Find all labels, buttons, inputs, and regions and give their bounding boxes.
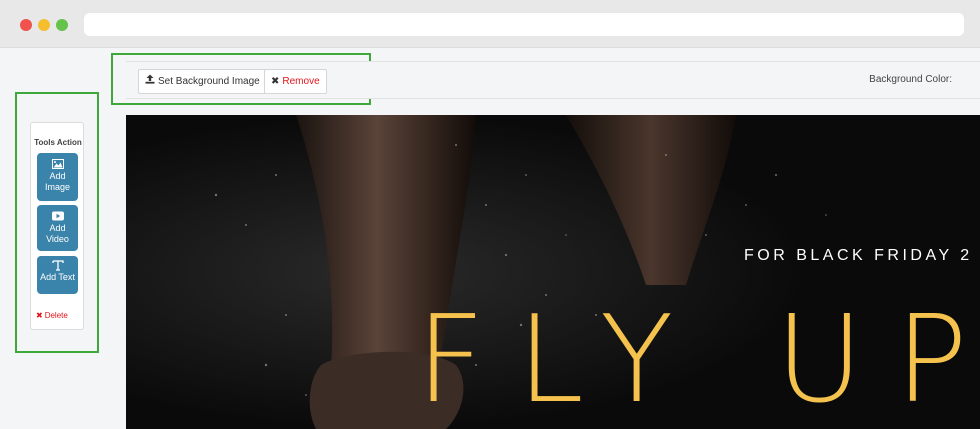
remove-background-button[interactable]: ✖ Remove — [264, 69, 327, 94]
add-text-button[interactable]: Add Text — [37, 256, 78, 294]
add-text-label: Add Text — [40, 272, 75, 282]
add-video-label-line2: Video — [46, 234, 69, 244]
maximize-window-button[interactable] — [56, 19, 68, 31]
minimize-window-button[interactable] — [38, 19, 50, 31]
set-background-image-label: Set Background Image — [158, 76, 260, 88]
upload-icon — [145, 70, 155, 93]
background-color-label: Background Color: — [869, 74, 952, 85]
canvas-subheading[interactable]: FOR BLACK FRIDAY 2 — [744, 247, 973, 265]
image-icon — [51, 159, 64, 169]
canvas-toolbar: Set Background Image ✖ Remove Background … — [126, 61, 980, 99]
design-canvas[interactable]: FOR BLACK FRIDAY 2 FLY UP — [126, 115, 980, 429]
add-image-label-line2: Image — [44, 182, 70, 192]
add-video-button[interactable]: Add Video — [37, 205, 78, 251]
tools-action-panel: Tools Action Add Image Add Video Add Tex… — [30, 122, 84, 330]
add-image-label-line1: Add — [49, 171, 66, 181]
add-image-button[interactable]: Add Image — [37, 153, 78, 201]
close-window-button[interactable] — [20, 19, 32, 31]
delete-label: Delete — [44, 311, 68, 320]
delete-button[interactable]: ✖ Delete — [36, 311, 68, 320]
tools-panel-title: Tools Action — [34, 138, 82, 147]
canvas-headline[interactable]: FLY UP — [416, 301, 980, 421]
add-video-label-line1: Add — [49, 223, 66, 233]
set-background-image-button[interactable]: Set Background Image — [138, 69, 267, 94]
remove-label: Remove — [282, 76, 320, 88]
close-icon: ✖ — [36, 311, 43, 320]
text-icon — [51, 260, 64, 271]
browser-titlebar — [0, 0, 980, 48]
close-icon: ✖ — [271, 76, 280, 87]
address-bar[interactable] — [84, 13, 964, 36]
video-icon — [51, 211, 64, 221]
